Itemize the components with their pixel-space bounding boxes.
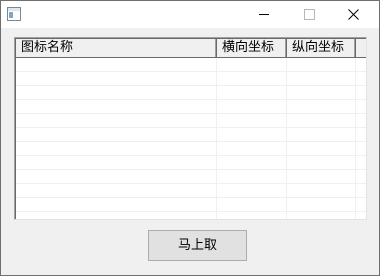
title-bar[interactable] — [1, 1, 379, 28]
cell-x-coordinate — [217, 100, 287, 113]
list-rows — [16, 58, 366, 219]
cell-y-coordinate — [287, 156, 356, 169]
table-row[interactable] — [16, 156, 366, 170]
cell-y-coordinate — [287, 212, 356, 219]
cell-y-coordinate — [287, 58, 356, 71]
table-row[interactable] — [16, 142, 366, 156]
cell-x-coordinate — [217, 198, 287, 211]
table-row[interactable] — [16, 100, 366, 114]
cell-x-coordinate — [217, 142, 287, 155]
app-icon — [7, 7, 21, 21]
cell-icon-name — [16, 86, 217, 99]
column-header-x-coordinate[interactable]: 横向坐标 — [217, 39, 287, 57]
cell-x-coordinate — [217, 156, 287, 169]
cell-x-coordinate — [217, 58, 287, 71]
cell-icon-name — [16, 100, 217, 113]
table-row[interactable] — [16, 212, 366, 219]
icon-list-view[interactable]: 图标名称 横向坐标 纵向坐标 — [14, 37, 367, 220]
list-header: 图标名称 横向坐标 纵向坐标 — [16, 39, 366, 58]
cell-icon-name — [16, 212, 217, 219]
cell-x-coordinate — [217, 86, 287, 99]
cell-y-coordinate — [287, 72, 356, 85]
cell-x-coordinate — [217, 212, 287, 219]
cell-icon-name — [16, 72, 217, 85]
table-row[interactable] — [16, 58, 366, 72]
cell-y-coordinate — [287, 184, 356, 197]
cell-x-coordinate — [217, 114, 287, 127]
cell-icon-name — [16, 156, 217, 169]
column-header-y-coordinate[interactable]: 纵向坐标 — [287, 39, 356, 57]
cell-icon-name — [16, 128, 217, 141]
table-row[interactable] — [16, 128, 366, 142]
close-icon — [348, 9, 359, 20]
cell-y-coordinate — [287, 86, 356, 99]
table-row[interactable] — [16, 198, 366, 212]
column-header-filler — [356, 39, 366, 57]
table-row[interactable] — [16, 114, 366, 128]
cell-x-coordinate — [217, 72, 287, 85]
cell-y-coordinate — [287, 198, 356, 211]
cell-icon-name — [16, 142, 217, 155]
minimize-button[interactable] — [241, 1, 287, 28]
cell-icon-name — [16, 58, 217, 71]
cell-x-coordinate — [217, 128, 287, 141]
table-row[interactable] — [16, 86, 366, 100]
cell-x-coordinate — [217, 184, 287, 197]
cell-y-coordinate — [287, 100, 356, 113]
fetch-now-button[interactable]: 马上取 — [148, 230, 247, 261]
minimize-icon — [259, 14, 269, 15]
app-window: 图标名称 横向坐标 纵向坐标 马上取 — [0, 0, 380, 276]
maximize-icon — [304, 9, 315, 20]
cell-icon-name — [16, 170, 217, 183]
cell-icon-name — [16, 114, 217, 127]
table-row[interactable] — [16, 170, 366, 184]
cell-icon-name — [16, 184, 217, 197]
close-button[interactable] — [331, 1, 377, 28]
cell-icon-name — [16, 198, 217, 211]
cell-y-coordinate — [287, 170, 356, 183]
cell-x-coordinate — [217, 170, 287, 183]
cell-y-coordinate — [287, 142, 356, 155]
table-row[interactable] — [16, 72, 366, 86]
cell-y-coordinate — [287, 128, 356, 141]
maximize-button[interactable] — [286, 1, 332, 28]
cell-y-coordinate — [287, 114, 356, 127]
table-row[interactable] — [16, 184, 366, 198]
column-header-icon-name[interactable]: 图标名称 — [16, 39, 217, 57]
